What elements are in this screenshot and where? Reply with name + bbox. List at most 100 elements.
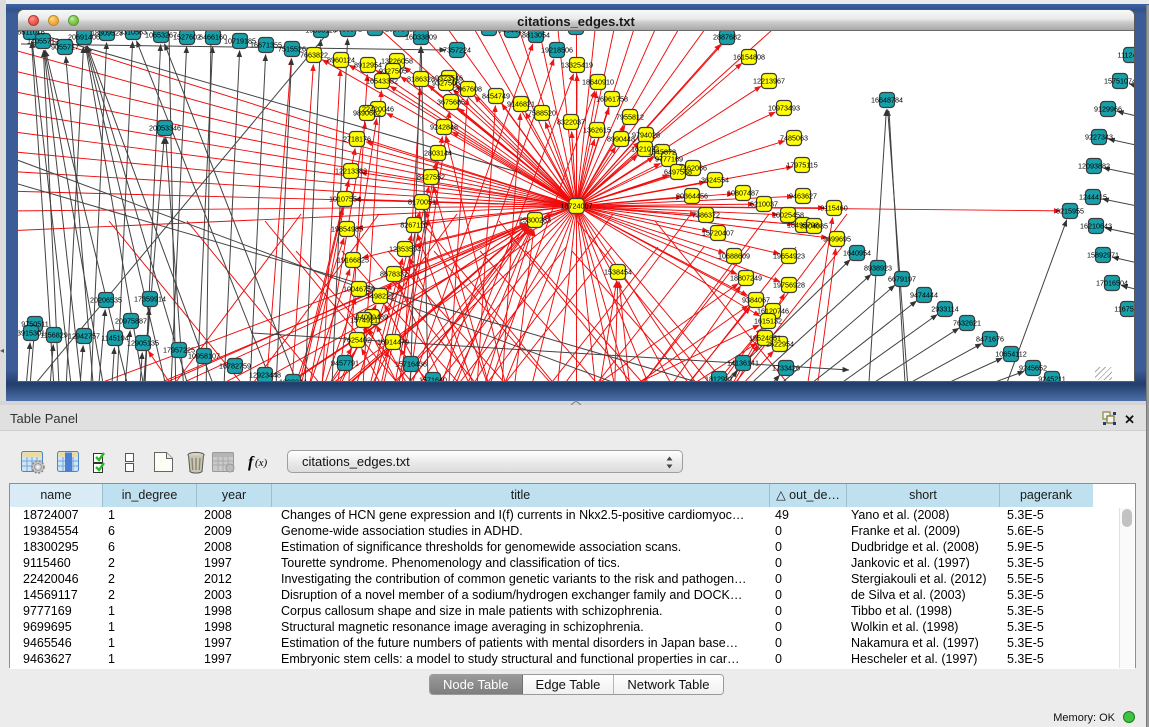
svg-text:8427552: 8427552: [417, 173, 445, 182]
svg-text:17359914: 17359914: [134, 295, 166, 304]
svg-text:19756928: 19756928: [773, 281, 805, 290]
svg-text:10807487: 10807487: [727, 189, 759, 198]
svg-text:20053346: 20053346: [149, 124, 181, 133]
svg-text:8170051: 8170051: [408, 198, 436, 207]
svg-text:8938923: 8938923: [864, 264, 892, 273]
svg-text:9129966: 9129966: [1094, 105, 1122, 114]
svg-text:6679197: 6679197: [888, 275, 916, 284]
svg-text:1640954: 1640954: [843, 249, 871, 258]
svg-text:1167533: 1167533: [1114, 305, 1135, 314]
svg-text:9384067: 9384067: [742, 296, 770, 305]
svg-text:18640910: 18640910: [582, 78, 614, 87]
svg-text:7625402: 7625402: [343, 336, 371, 345]
svg-text:9457791: 9457791: [331, 359, 359, 368]
svg-text:7663822: 7663822: [300, 51, 328, 60]
svg-text:9327505: 9327505: [379, 67, 407, 76]
svg-text:19166825: 19166825: [337, 256, 369, 265]
svg-text:16154808: 16154808: [733, 53, 765, 62]
svg-text:8186328: 8186328: [407, 75, 435, 84]
svg-text:8813054: 8813054: [522, 31, 550, 40]
svg-text:15892971: 15892971: [1087, 251, 1119, 260]
svg-text:8267110: 8267110: [400, 221, 427, 230]
svg-text:1362615: 1362615: [583, 126, 611, 135]
svg-text:15720407: 15720407: [702, 229, 734, 238]
svg-text:9777169: 9777169: [655, 155, 683, 164]
svg-text:8912954: 8912954: [354, 61, 382, 70]
svg-text:16543382: 16543382: [366, 77, 398, 86]
svg-text:1112403: 1112403: [1118, 51, 1135, 60]
svg-text:15716438: 15716438: [395, 360, 427, 369]
svg-text:9115460: 9115460: [820, 204, 847, 213]
svg-text:20364456: 20364456: [676, 192, 708, 201]
svg-text:16210643: 16210643: [1080, 222, 1112, 231]
svg-text:10958107: 10958107: [188, 352, 220, 361]
svg-text:1145194: 1145194: [101, 334, 128, 343]
svg-text:12213967: 12213967: [753, 77, 785, 86]
svg-text:9463627: 9463627: [789, 192, 817, 201]
svg-text:1733426: 1733426: [772, 364, 800, 373]
svg-text:17975115: 17975115: [786, 161, 817, 170]
svg-text:6466160: 6466160: [199, 33, 227, 42]
svg-text:9890662: 9890662: [353, 109, 381, 118]
svg-text:9474444: 9474444: [910, 291, 938, 300]
svg-text:19218506: 19218506: [541, 46, 573, 55]
svg-text:9146821: 9146821: [507, 100, 535, 109]
svg-text:10025458: 10025458: [772, 211, 804, 220]
svg-text:1812931: 1812931: [705, 375, 733, 381]
svg-text:19854985: 19854985: [331, 225, 363, 234]
svg-text:8454749: 8454749: [482, 92, 510, 101]
svg-text:12923448: 12923448: [249, 371, 281, 380]
svg-text:1571640: 1571640: [419, 376, 447, 381]
svg-text:9242848: 9242848: [430, 123, 458, 132]
svg-text:12353594: 12353594: [389, 245, 421, 254]
svg-text:16033809: 16033809: [405, 33, 437, 42]
svg-text:25300283: 25300283: [519, 216, 551, 225]
svg-text:f: f: [248, 454, 255, 471]
svg-text:9750511: 9750511: [21, 320, 48, 329]
svg-text:13226058: 13226058: [381, 57, 413, 66]
svg-text:16782759: 16782759: [219, 362, 251, 371]
svg-text:1527602: 1527602: [173, 33, 201, 42]
svg-text:16120746: 16120746: [757, 307, 789, 316]
svg-text:8471676: 8471676: [976, 335, 1004, 344]
svg-text:16648784: 16648784: [871, 96, 903, 105]
svg-text:1244415: 1244415: [1079, 193, 1107, 202]
svg-text:6210037: 6210037: [750, 200, 778, 209]
svg-text:2522954: 2522954: [766, 340, 794, 349]
svg-text:19654923: 19654923: [773, 252, 805, 261]
svg-text:8215955: 8215955: [1056, 207, 1084, 216]
svg-text:13325419: 13325419: [561, 61, 593, 70]
svg-text:9794028: 9794028: [632, 131, 660, 140]
svg-text:20206535: 20206535: [90, 296, 122, 305]
svg-text:2967608: 2967608: [454, 85, 482, 94]
svg-text:14136141: 14136141: [727, 359, 759, 368]
svg-text:16914479: 16914479: [377, 338, 409, 347]
svg-text:10688609: 10688609: [718, 252, 750, 261]
svg-text:1615132: 1615132: [754, 317, 782, 326]
svg-text:8678332: 8678332: [380, 270, 408, 279]
svg-text:8960124: 8960124: [327, 56, 355, 65]
svg-text:10107554: 10107554: [329, 195, 361, 204]
svg-text:15751074: 15751074: [1104, 77, 1135, 86]
svg-text:10973493: 10973493: [768, 104, 800, 113]
svg-text:1574921: 1574921: [350, 316, 378, 325]
svg-text:8990448: 8990448: [607, 135, 635, 144]
svg-text:2933114: 2933114: [931, 305, 958, 314]
svg-text:10654112: 10654112: [995, 350, 1026, 359]
svg-text:8322037: 8322037: [557, 118, 585, 127]
svg-text:7588520: 7588520: [528, 109, 556, 118]
svg-text:3904085: 3904085: [800, 222, 828, 231]
svg-text:7485063: 7485063: [780, 134, 808, 143]
svg-text:2887682: 2887682: [713, 33, 741, 42]
svg-text:18724007: 18724007: [561, 202, 593, 211]
svg-text:3498222: 3498222: [366, 292, 394, 301]
svg-text:2718176: 2718176: [343, 135, 371, 144]
svg-text:16961758: 16961758: [596, 95, 628, 104]
svg-text:12905135: 12905135: [127, 339, 159, 348]
svg-text:9227343: 9227343: [1085, 133, 1113, 142]
svg-text:1538454: 1538454: [604, 268, 632, 277]
svg-text:1292344: 1292344: [279, 378, 307, 381]
svg-text:7386372: 7386372: [692, 211, 720, 220]
svg-text:7357224: 7357224: [443, 46, 471, 55]
svg-text:17016504: 17016504: [1096, 279, 1128, 288]
